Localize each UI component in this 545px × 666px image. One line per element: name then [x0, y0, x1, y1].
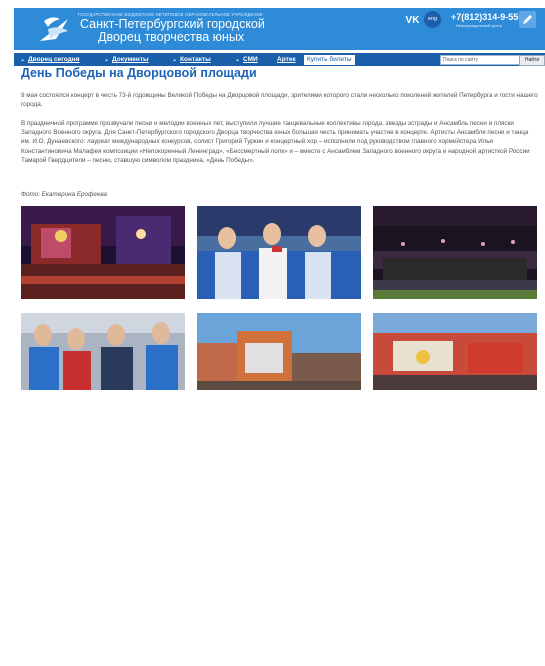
gallery-photo[interactable] [197, 206, 361, 299]
page-title: День Победы на Дворцовой площади [21, 66, 257, 80]
org-name-line1: Санкт-Петербургский городской [80, 17, 265, 31]
gallery-photo[interactable] [373, 206, 537, 299]
nav-label: Дворец сегодня [28, 56, 80, 63]
nav-label: Контакты [180, 56, 211, 63]
photo-credit: Фото: Екатерина Ерофеева [21, 191, 108, 198]
article-paragraph: В праздничной программе прозвучали песни… [21, 120, 530, 164]
nav-label: Артек [277, 56, 296, 63]
gallery-photo[interactable] [21, 313, 185, 390]
page: ГОСУДАРСТВЕННОЕ БЮДЖЕТНОЕ НЕТИПОВОЕ ОБРА… [14, 8, 545, 66]
search-input[interactable]: Поиск по сайту [440, 55, 520, 65]
search-button[interactable]: Найти [519, 55, 545, 66]
gallery-photo[interactable] [197, 313, 361, 390]
vk-icon[interactable]: VK [404, 12, 421, 29]
gallery-photo[interactable] [21, 206, 185, 299]
dove-logo[interactable] [38, 13, 72, 45]
edit-icon[interactable] [519, 11, 536, 28]
language-switch[interactable]: eng [424, 11, 441, 28]
buy-tickets-button[interactable]: Купить билеты [303, 54, 356, 66]
nav-label: СМИ [243, 56, 258, 63]
nav-item-documents[interactable]: ⌄ Документы [104, 53, 149, 66]
nav-item-contacts[interactable]: ⌄ Контакты [172, 53, 211, 66]
gallery-photo[interactable] [373, 313, 537, 390]
nav-label: Документы [112, 56, 149, 63]
nav-item-palace-today[interactable]: ⌄ Дворец сегодня [20, 53, 80, 66]
org-name-line2: Дворец творчества юных [98, 30, 245, 44]
info-center-label: Информационный центр [456, 23, 502, 28]
site-header: ГОСУДАРСТВЕННОЕ БЮДЖЕТНОЕ НЕТИПОВОЕ ОБРА… [14, 8, 545, 50]
article-paragraph: 9 мая состоялся концерт в честь 73-й год… [21, 92, 538, 109]
nav-item-media[interactable]: ⌄ СМИ [235, 53, 258, 66]
phone-number[interactable]: +7(812)314-9-555 [451, 12, 523, 22]
nav-item-artek[interactable]: Артек [277, 53, 296, 66]
main-nav: ⌄ Дворец сегодня ⌄ Документы ⌄ Контакты ⌄ СМ… [14, 53, 545, 66]
